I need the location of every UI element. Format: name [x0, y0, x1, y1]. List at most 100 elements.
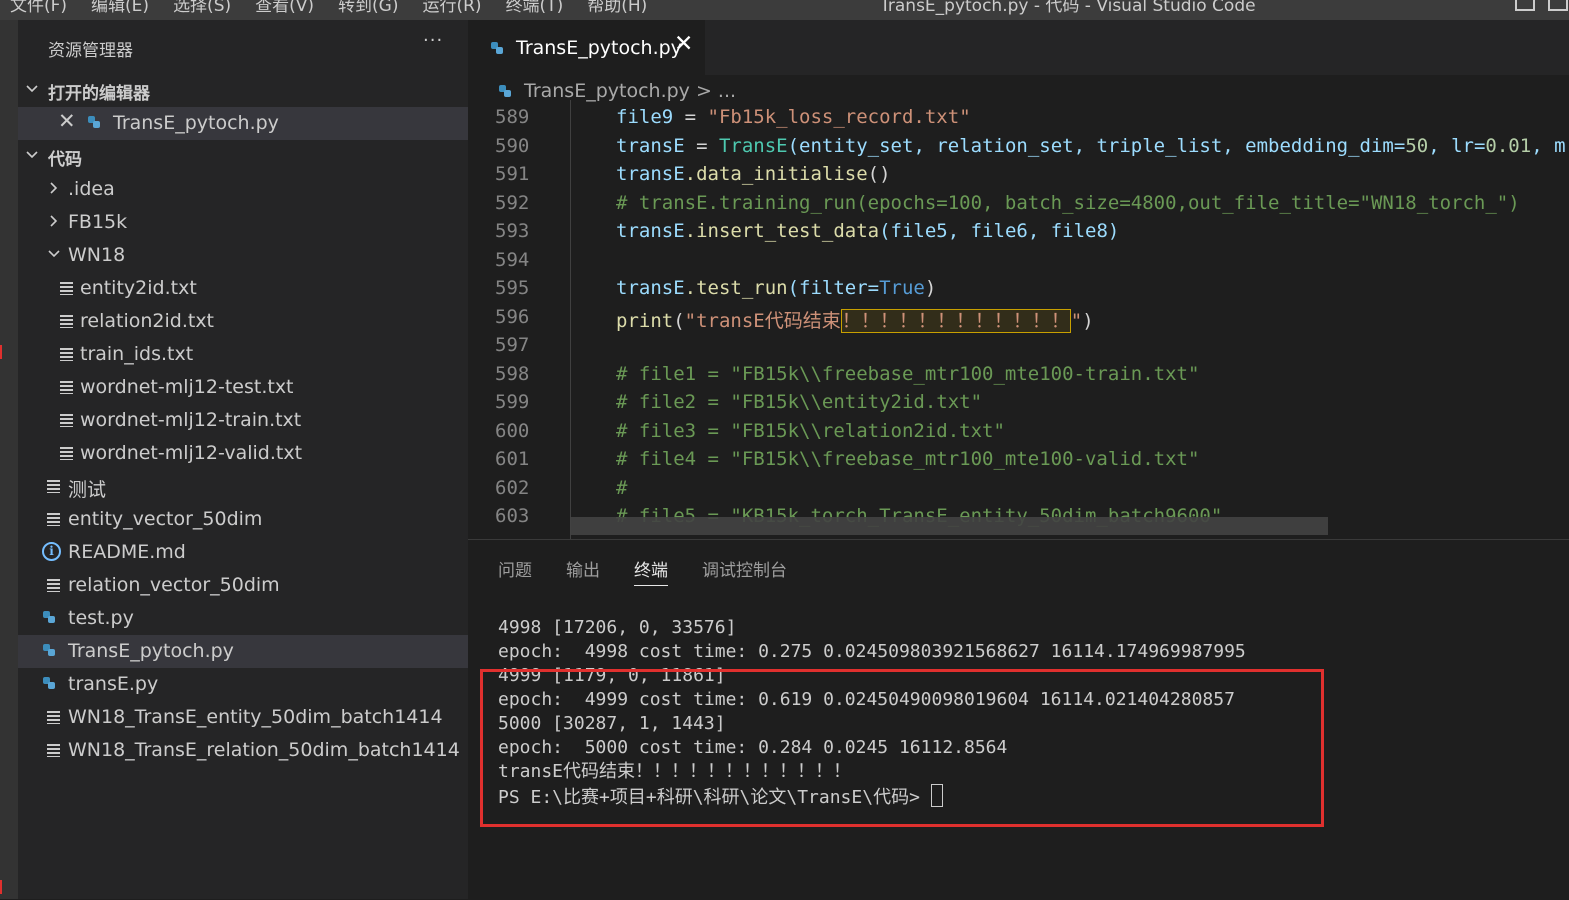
code-line: file9 = "Fb15k_loss_record.txt" — [616, 106, 971, 128]
tree-item-train-ids[interactable]: train_ids.txt — [18, 338, 468, 371]
text-file-icon — [47, 513, 60, 526]
chevron-down-icon — [48, 250, 60, 258]
tree-item-label: wordnet-mlj12-test.txt — [80, 376, 294, 398]
line-number: 597 — [495, 334, 530, 356]
explorer-title: 资源管理器 — [48, 41, 133, 61]
tree-item-label: WN18_TransE_relation_50dim_batch1414 — [68, 739, 460, 761]
code-line: print("transE代码结束！！！！！！！！！！！！") — [616, 309, 1094, 333]
highlight-annotation-box — [480, 669, 1324, 827]
text-file-icon — [47, 480, 60, 493]
tree-item-wordnet-train[interactable]: wordnet-mlj12-train.txt — [18, 404, 468, 437]
tab-label: TransE_pytoch.py — [516, 37, 682, 59]
tab-problems[interactable]: 问题 — [498, 556, 532, 586]
text-file-icon — [60, 447, 73, 460]
toggle-panel-icon[interactable] — [1548, 0, 1568, 11]
open-editors-title: 打开的编辑器 — [48, 84, 150, 104]
tree-item-relation2id[interactable]: relation2id.txt — [18, 305, 468, 338]
menu-view[interactable]: 查看(V) — [255, 0, 314, 16]
text-file-icon — [60, 282, 73, 295]
python-icon — [43, 677, 55, 689]
line-number: 594 — [495, 249, 530, 271]
activity-indicator — [0, 345, 2, 359]
tab-output[interactable]: 输出 — [566, 556, 600, 586]
chevron-right-icon — [50, 215, 58, 227]
tree-item-readme[interactable]: i README.md — [18, 536, 468, 569]
text-file-icon — [60, 348, 73, 361]
code-line: # file4 = "FB15k\\freebase_mtr100_mte100… — [616, 448, 1200, 470]
tree-item-label: entity2id.txt — [80, 277, 197, 299]
tree-item-wordnet-test[interactable]: wordnet-mlj12-test.txt — [18, 371, 468, 404]
tree-item-fb15k[interactable]: FB15k — [18, 206, 468, 239]
tree-item-wn18[interactable]: WN18 — [18, 239, 468, 272]
chevron-down-icon — [26, 151, 38, 159]
line-number: 603 — [495, 505, 530, 527]
title-bar: 文件(F) 编辑(E) 选择(S) 查看(V) 转到(G) 运行(R) 终端(T… — [0, 0, 1569, 20]
line-number: 593 — [495, 220, 530, 242]
menu-run[interactable]: 运行(R) — [422, 0, 481, 16]
panel-tabs: 问题 输出 终端 调试控制台 — [498, 556, 787, 586]
more-actions-icon[interactable]: ··· — [423, 30, 443, 51]
tree-item-transe-pytoch[interactable]: TransE_pytoch.py — [18, 635, 468, 668]
code-view[interactable]: 589 590 591 592 593 594 595 596 597 598 … — [468, 100, 1569, 539]
line-number: 599 — [495, 391, 530, 413]
breadcrumb[interactable]: TransE_pytoch.py > ... — [524, 80, 736, 102]
line-number: 596 — [495, 306, 530, 328]
menu-bar: 文件(F) 编辑(E) 选择(S) 查看(V) 转到(G) 运行(R) 终端(T… — [10, 0, 647, 16]
tree-item-wn18-entity[interactable]: WN18_TransE_entity_50dim_batch1414 — [18, 701, 468, 734]
menu-selection[interactable]: 选择(S) — [173, 0, 231, 16]
tree-item-label: train_ids.txt — [80, 343, 194, 365]
tree-item-test-cn[interactable]: 测试 — [18, 470, 468, 503]
tab-debug-console[interactable]: 调试控制台 — [702, 556, 787, 586]
horizontal-scrollbar[interactable] — [570, 517, 1328, 535]
line-number: 589 — [495, 106, 530, 128]
python-icon — [491, 42, 503, 54]
chevron-right-icon — [50, 182, 58, 194]
tree-item-label: WN18_TransE_entity_50dim_batch1414 — [68, 706, 443, 728]
tree-item-wordnet-valid[interactable]: wordnet-mlj12-valid.txt — [18, 437, 468, 470]
code-line: transE = TransE(entity_set, relation_set… — [616, 135, 1566, 157]
tree-item-label: transE.py — [68, 673, 159, 695]
tree-item-transe-py[interactable]: transE.py — [18, 668, 468, 701]
indent-guide — [570, 100, 571, 539]
tree-item-label: FB15k — [68, 211, 128, 233]
tree-item-label: README.md — [68, 541, 186, 563]
open-editor-label: TransE_pytoch.py — [113, 112, 279, 134]
text-file-icon — [47, 711, 60, 724]
chevron-down-icon — [26, 85, 38, 93]
tree-item-test-py[interactable]: test.py — [18, 602, 468, 635]
close-icon[interactable]: ✕ — [674, 31, 693, 57]
line-number: 590 — [495, 135, 530, 157]
tree-item-idea[interactable]: .idea — [18, 173, 468, 206]
folder-section[interactable]: 代码 — [18, 140, 468, 173]
code-line: # file2 = "FB15k\\entity2id.txt" — [616, 391, 983, 413]
close-icon[interactable]: ✕ — [58, 109, 76, 133]
tree-item-relation-vector[interactable]: relation_vector_50dim — [18, 569, 468, 602]
tree-item-entity-vector[interactable]: entity_vector_50dim — [18, 503, 468, 536]
menu-terminal[interactable]: 终端(T) — [506, 0, 564, 16]
editor-tab-bar: TransE_pytoch.py ✕ — [468, 20, 1569, 75]
activity-bar — [0, 20, 18, 899]
tab-terminal[interactable]: 终端 — [634, 556, 668, 586]
code-line: # file3 = "FB15k\\relation2id.txt" — [616, 420, 1005, 442]
tree-item-label: wordnet-mlj12-valid.txt — [80, 442, 303, 464]
tree-item-wn18-relation[interactable]: WN18_TransE_relation_50dim_batch1414 — [18, 734, 468, 767]
text-file-icon — [47, 744, 60, 757]
editor-tab[interactable]: TransE_pytoch.py ✕ — [468, 20, 705, 75]
editor-area: TransE_pytoch.py ✕ TransE_pytoch.py > ..… — [468, 20, 1569, 539]
open-editor-item[interactable]: ✕ TransE_pytoch.py — [18, 107, 468, 140]
toggle-layout-icon[interactable] — [1515, 0, 1535, 11]
code-line: transE.data_initialise() — [616, 163, 891, 185]
menu-help[interactable]: 帮助(H) — [587, 0, 647, 16]
menu-file[interactable]: 文件(F) — [10, 0, 67, 16]
python-icon — [88, 116, 100, 128]
menu-go[interactable]: 转到(G) — [338, 0, 398, 16]
code-line: transE.insert_test_data(file5, file6, fi… — [616, 220, 1120, 242]
text-file-icon — [60, 381, 73, 394]
tree-item-entity2id[interactable]: entity2id.txt — [18, 272, 468, 305]
tree-item-label: WN18 — [68, 244, 126, 266]
menu-edit[interactable]: 编辑(E) — [91, 0, 149, 16]
line-number: 601 — [495, 448, 530, 470]
code-line: # file1 = "FB15k\\freebase_mtr100_mte100… — [616, 363, 1200, 385]
tree-item-label: test.py — [68, 607, 134, 629]
open-editors-section[interactable]: 打开的编辑器 — [18, 74, 468, 107]
